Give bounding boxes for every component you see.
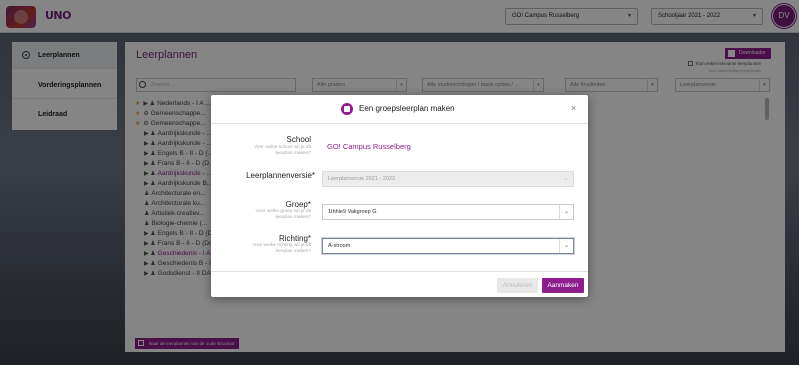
direction-select-value: A-stroom (328, 243, 351, 249)
group-select-value: 1thhle9 Vakgroep G (328, 209, 377, 215)
plan-icon (341, 103, 353, 115)
school-value: GO! Campus Russelberg (327, 142, 411, 151)
version-select-value: Leerplanversie 2021 - 2023 (328, 176, 395, 182)
direction-hint: Voor welke richting wil je dit leerplan … (252, 243, 311, 254)
group-hint: Voor welke groep wil je dit leerplan mak… (255, 209, 311, 220)
school-label: School (286, 135, 311, 144)
group-select[interactable]: 1thhle9 Vakgroep G ⌄ (322, 204, 574, 220)
dialog-title: Een groepsleerplan maken (359, 104, 455, 113)
cancel-button[interactable]: Annuleren (497, 278, 538, 293)
direction-select[interactable]: A-stroom ⌄ (322, 238, 574, 254)
school-hint: Voor welke school wil je dit leerplan ma… (253, 145, 311, 156)
create-button[interactable]: Aanmaken (542, 278, 584, 293)
group-label: Groep* (285, 200, 311, 209)
direction-label: Richting* (278, 234, 311, 243)
version-select: Leerplanversie 2021 - 2023 ⌄ (322, 171, 574, 187)
dialog-header: Een groepsleerplan maken × (211, 95, 588, 124)
chevron-down-icon: ⌄ (559, 205, 573, 219)
chevron-down-icon: ⌄ (559, 239, 573, 253)
version-label: Leerplannenversie* (246, 171, 315, 180)
chevron-down-icon: ⌄ (563, 176, 569, 182)
dialog-footer: Annuleren Aanmaken (211, 271, 588, 297)
create-group-plan-dialog: Een groepsleerplan maken × School Voor w… (211, 95, 588, 297)
close-icon[interactable]: × (571, 103, 576, 113)
